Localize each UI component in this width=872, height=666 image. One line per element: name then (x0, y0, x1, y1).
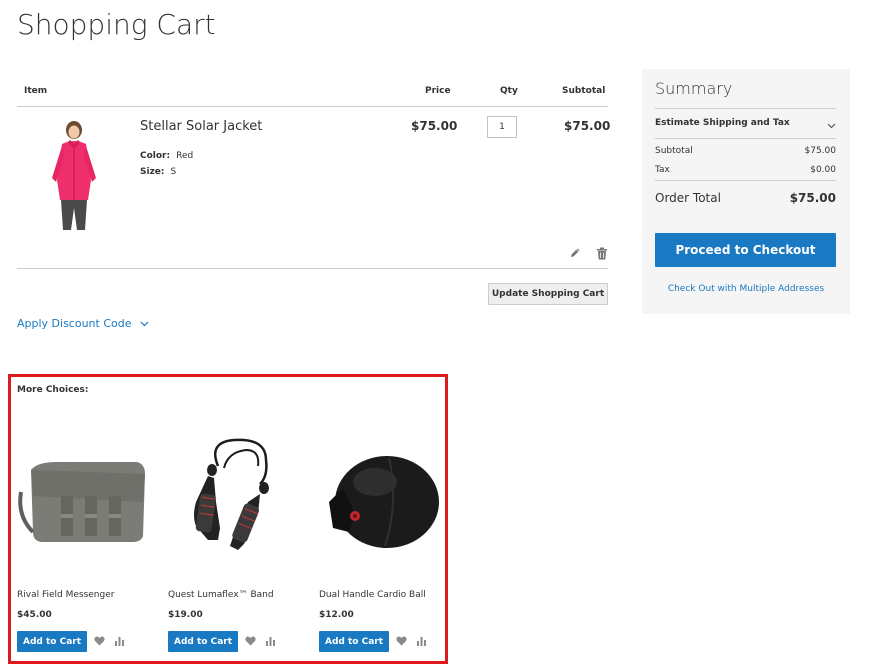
trash-icon[interactable] (595, 246, 609, 260)
more-choices-title: More Choices: (17, 385, 89, 395)
add-to-cart-button[interactable]: Add to Cart (168, 631, 238, 652)
product-image-lumaflex-band[interactable] (168, 432, 302, 566)
heart-icon[interactable] (93, 635, 105, 647)
product-name[interactable]: Quest Lumaflex™ Band (168, 590, 274, 600)
product-name[interactable]: Rival Field Messenger (17, 590, 114, 600)
column-header-subtotal: Subtotal (562, 86, 606, 96)
chevron-down-icon (140, 317, 149, 330)
compare-icon[interactable] (264, 635, 276, 647)
page-title: Shopping Cart (17, 8, 216, 41)
qty-input[interactable]: 1 (487, 116, 517, 138)
add-to-cart-button[interactable]: Add to Cart (17, 631, 87, 652)
product-image-jacket[interactable] (44, 120, 102, 232)
cart-item-name[interactable]: Stellar Solar Jacket (140, 119, 262, 134)
pencil-icon[interactable] (568, 246, 582, 260)
product-price: $12.00 (319, 610, 354, 620)
discount-code-toggle[interactable]: Apply Discount Code (17, 317, 149, 330)
subtotal-label: Subtotal (655, 146, 693, 156)
item-option-size: Size: S (140, 167, 176, 177)
cart-item-subtotal: $75.00 (564, 119, 611, 133)
subtotal-value: $75.00 (804, 146, 837, 156)
estimate-shipping-toggle[interactable]: Estimate Shipping and Tax (655, 115, 836, 131)
option-value-size: S (170, 167, 177, 177)
tax-value: $0.00 (810, 165, 836, 175)
header-divider (17, 106, 608, 107)
order-total-value: $75.00 (789, 191, 836, 205)
summary-divider-mid (655, 138, 836, 139)
compare-icon[interactable] (113, 635, 125, 647)
item-divider (17, 268, 608, 269)
multiple-addresses-link[interactable]: Check Out with Multiple Addresses (642, 284, 850, 294)
heart-icon[interactable] (395, 635, 407, 647)
column-header-price: Price (425, 86, 451, 96)
heart-icon[interactable] (244, 635, 256, 647)
product-price: $45.00 (17, 610, 52, 620)
product-name[interactable]: Dual Handle Cardio Ball (319, 590, 426, 600)
summary-title: Summary (655, 79, 733, 98)
summary-divider-top (655, 108, 836, 109)
option-label-color: Color: (140, 151, 171, 161)
update-cart-button[interactable]: Update Shopping Cart (488, 283, 608, 305)
column-header-qty: Qty (500, 86, 518, 96)
cart-item-price: $75.00 (411, 119, 458, 133)
item-option-color: Color: Red (140, 151, 193, 161)
summary-divider-total (655, 180, 836, 181)
product-image-messenger-bag[interactable] (17, 432, 151, 566)
product-price: $19.00 (168, 610, 203, 620)
discount-code-label: Apply Discount Code (17, 317, 132, 330)
proceed-to-checkout-button[interactable]: Proceed to Checkout (655, 233, 836, 267)
estimate-shipping-label: Estimate Shipping and Tax (655, 118, 790, 128)
column-header-item: Item (24, 86, 48, 96)
tax-label: Tax (655, 165, 670, 175)
order-total-label: Order Total (655, 191, 721, 205)
product-image-cardio-ball[interactable] (319, 432, 439, 566)
add-to-cart-button[interactable]: Add to Cart (319, 631, 389, 652)
option-label-size: Size: (140, 167, 165, 177)
compare-icon[interactable] (415, 635, 427, 647)
order-summary: Summary Estimate Shipping and Tax Subtot… (642, 69, 850, 314)
option-value-color: Red (176, 151, 194, 161)
chevron-down-icon (827, 114, 836, 133)
